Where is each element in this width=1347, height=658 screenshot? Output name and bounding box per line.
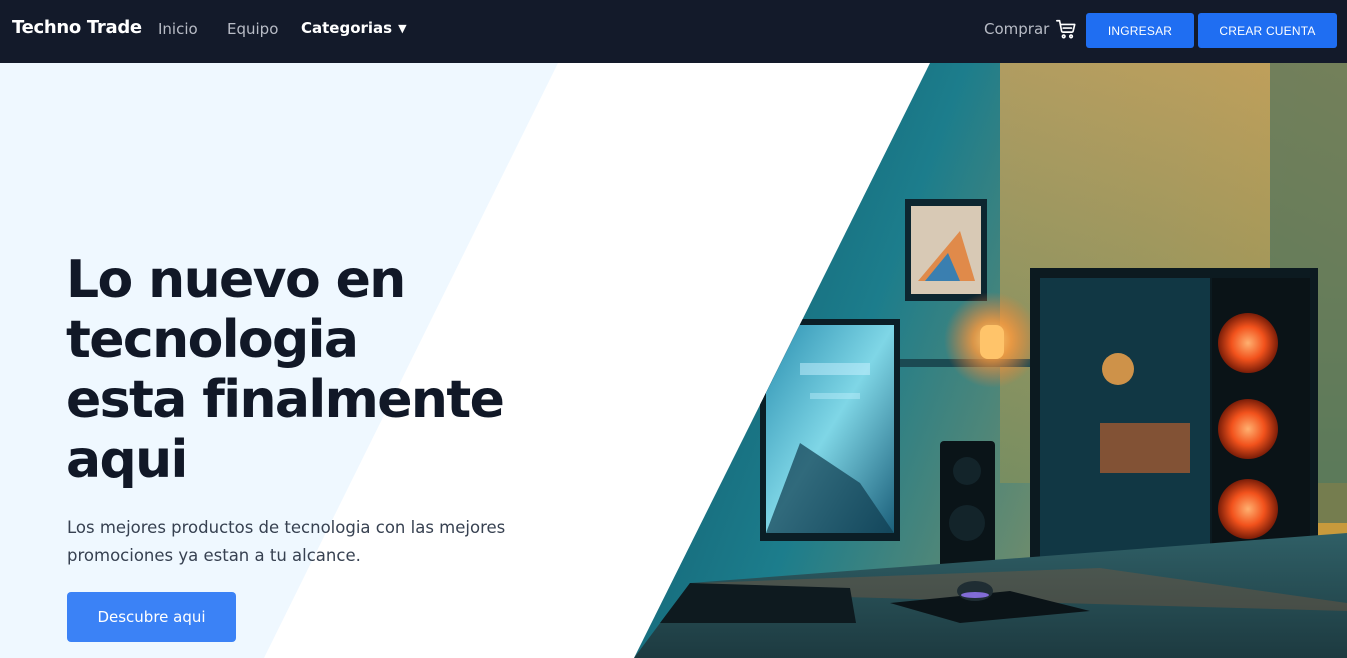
hero-title-line: esta finalmente xyxy=(66,370,505,430)
brand-logo[interactable]: Techno Trade xyxy=(12,17,142,38)
login-button[interactable]: INGRESAR xyxy=(1086,13,1194,48)
nav-dropdown-label: Categorias xyxy=(301,19,393,37)
hero-title-line: Lo nuevo en xyxy=(66,250,406,310)
hero-title: Lo nuevo en tecnologia esta finalmente a… xyxy=(66,250,586,490)
buy-link[interactable]: Comprar xyxy=(984,20,1049,38)
cart-icon[interactable] xyxy=(1055,18,1077,40)
hero-title-line: tecnologia xyxy=(66,310,359,370)
hero-title-line: aqui xyxy=(66,430,188,490)
chevron-down-icon: ▼ xyxy=(398,22,407,35)
top-navbar: Techno Trade Inicio Equipo Categorias ▼ C… xyxy=(0,0,1347,63)
nav-link-inicio[interactable]: Inicio xyxy=(158,20,198,38)
hero-description: Los mejores productos de tecnologia con … xyxy=(67,518,506,565)
hero-section: Lo nuevo en tecnologia esta finalmente a… xyxy=(0,63,1347,658)
discover-button[interactable]: Descubre aqui xyxy=(67,592,236,642)
create-account-button[interactable]: CREAR CUENTA xyxy=(1198,13,1337,48)
nav-link-equipo[interactable]: Equipo xyxy=(227,20,278,38)
nav-dropdown-categorias[interactable]: Categorias ▼ xyxy=(301,19,407,37)
